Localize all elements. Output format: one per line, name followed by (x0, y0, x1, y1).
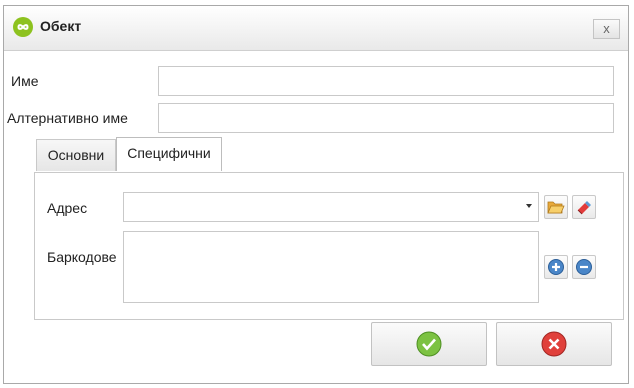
cancel-x-icon (541, 331, 567, 357)
folder-open-icon (547, 201, 565, 214)
cancel-button[interactable] (496, 322, 612, 366)
ok-button[interactable] (371, 322, 487, 366)
dialog-window: Обект x Име Алтернативно име Основни Спе… (3, 5, 629, 384)
name-label: Име (11, 73, 39, 89)
checkmark-icon (416, 331, 442, 357)
barcodes-label: Баркодове (47, 249, 117, 265)
browse-address-button[interactable] (544, 195, 568, 219)
alt-name-field[interactable] (158, 103, 614, 133)
name-field[interactable] (158, 66, 614, 96)
dropdown-arrow-icon[interactable] (526, 204, 532, 208)
close-button[interactable]: x (593, 19, 620, 39)
window-title: Обект (40, 18, 82, 34)
infinity-logo-icon (13, 17, 33, 37)
remove-barcode-button[interactable] (572, 255, 596, 279)
specific-tab-panel: Адрес Баркодове (34, 172, 624, 320)
address-dropdown[interactable] (123, 192, 539, 222)
clear-address-button[interactable] (572, 195, 596, 219)
address-label: Адрес (47, 200, 88, 216)
remove-circle-icon (576, 259, 592, 275)
barcodes-list[interactable] (123, 231, 539, 303)
alt-name-label: Алтернативно име (7, 110, 128, 126)
tab-basic[interactable]: Основни (36, 139, 116, 171)
tab-specific[interactable]: Специфични (116, 137, 222, 171)
add-circle-icon (548, 259, 564, 275)
title-bar[interactable]: Обект x (4, 6, 628, 51)
eraser-icon (577, 201, 591, 215)
add-barcode-button[interactable] (544, 255, 568, 279)
